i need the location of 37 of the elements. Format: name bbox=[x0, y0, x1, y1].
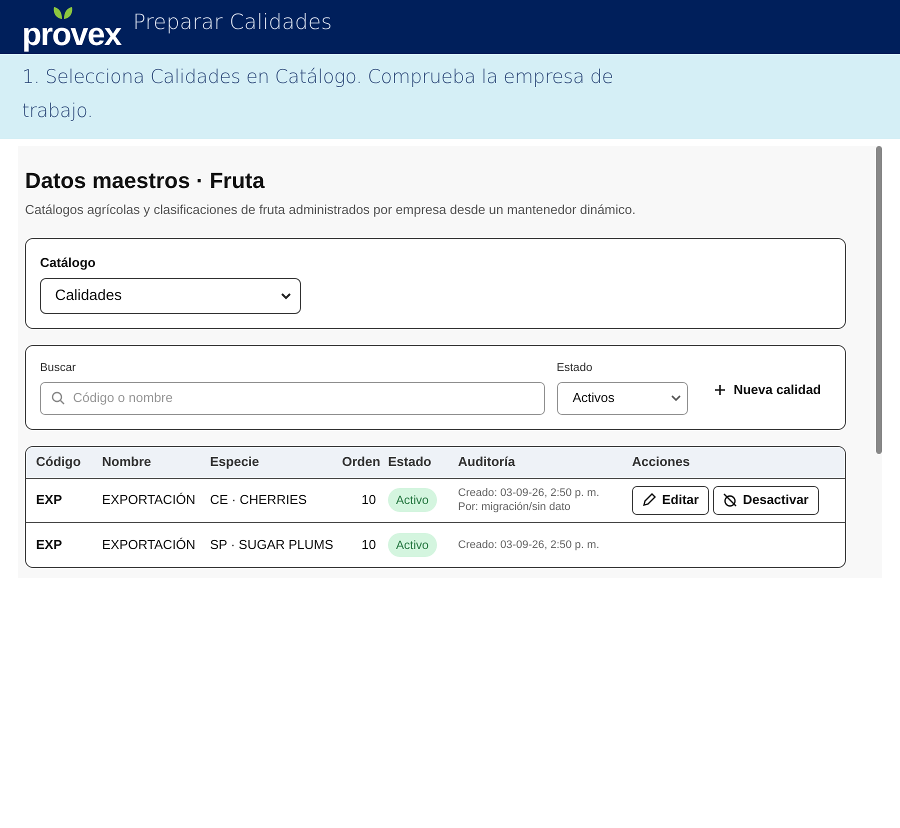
column-header: Auditoría bbox=[458, 453, 516, 472]
audit-text: Creado: 03-09-26, 2:50 p. m. bbox=[458, 486, 600, 500]
table-cell-text: EXPORTACIÓN bbox=[102, 491, 196, 510]
table-cell-text: CE · CHERRIES bbox=[210, 491, 308, 510]
table-cell-text: SP · SUGAR PLUMS bbox=[210, 536, 334, 554]
column-header: Especie bbox=[210, 453, 260, 472]
field-label: Estado bbox=[556, 361, 594, 376]
status-badge: Activo bbox=[388, 532, 437, 557]
column-header: Estado bbox=[388, 453, 432, 472]
table-cell-text: EXP bbox=[36, 491, 64, 510]
table-cell-text: EXP bbox=[36, 536, 64, 554]
deactivate-button[interactable]: Desactivar bbox=[712, 486, 819, 515]
field-label: Buscar bbox=[40, 361, 77, 376]
new-button[interactable]: Nueva calidad bbox=[704, 374, 831, 406]
search-icon bbox=[51, 391, 65, 406]
status-badge: Activo bbox=[388, 488, 437, 512]
table-cell-text: 10 bbox=[360, 536, 377, 554]
scrollbar[interactable] bbox=[876, 146, 882, 454]
audit-text: Por: migración/sin dato bbox=[458, 500, 572, 514]
edit-button[interactable]: Editar bbox=[632, 486, 709, 515]
leaf-icon bbox=[52, 6, 74, 20]
table-cell-text: EXPORTACIÓN bbox=[102, 536, 196, 554]
field-label: Catálogo bbox=[40, 254, 97, 272]
column-header: Código bbox=[36, 453, 82, 472]
audit-text: Creado: 03-09-26, 2:50 p. m. bbox=[458, 538, 600, 552]
plus-icon bbox=[714, 384, 726, 396]
table-cell-text: 10 bbox=[360, 491, 377, 510]
status-select[interactable]: Activos bbox=[556, 382, 688, 415]
column-header: Orden bbox=[342, 453, 382, 472]
column-header: Nombre bbox=[102, 453, 152, 472]
page-heading: Datos maestros · Fruta bbox=[25, 168, 266, 194]
pencil-icon bbox=[642, 493, 656, 508]
page-subtitle: Catálogos agrícolas y clasificaciones de fruta administrados por empresa desde un mantenedor dinámico. bbox=[25, 201, 637, 220]
column-header: Acciones bbox=[632, 453, 691, 472]
instruction-text: 1. Selecciona Calidades en Catálogo. Comprueba la empresa de trabajo. bbox=[22, 65, 614, 124]
page-title: Preparar Calidades bbox=[132, 9, 332, 36]
catalog-select[interactable]: Calidades bbox=[40, 278, 301, 314]
